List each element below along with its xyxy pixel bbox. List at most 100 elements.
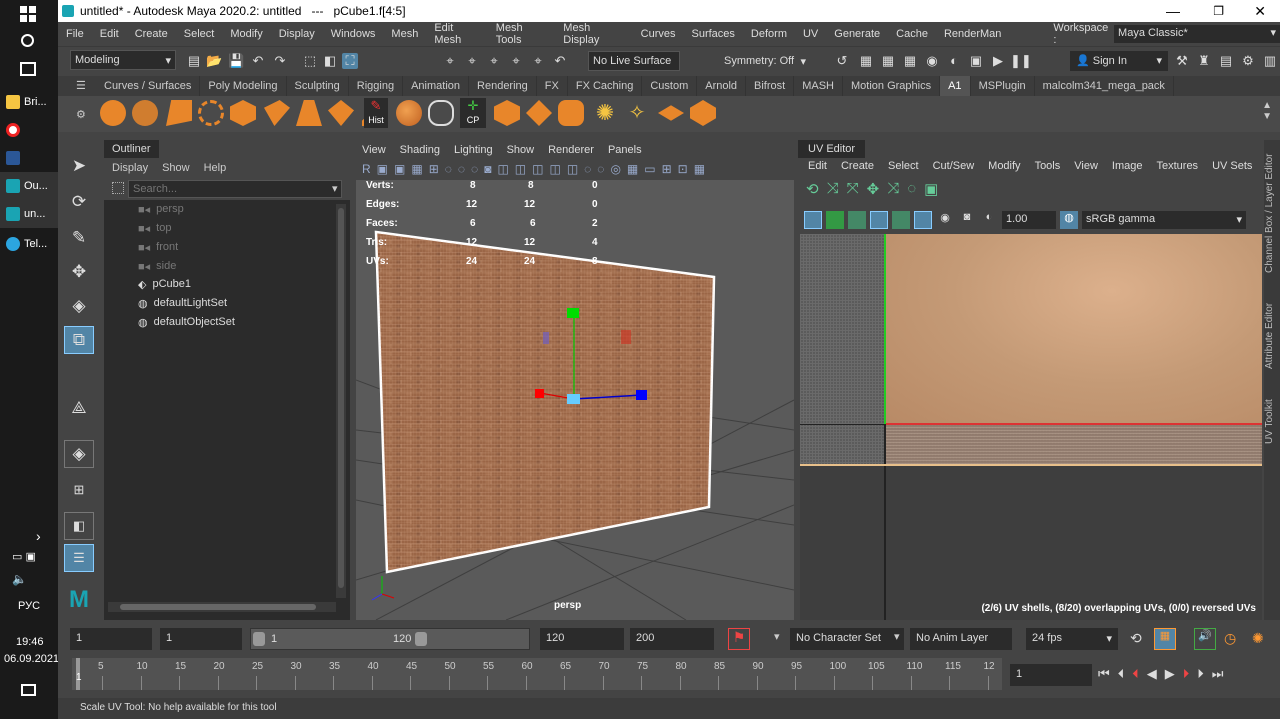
uv-menu-select[interactable]: Select xyxy=(888,160,919,172)
layers-icon[interactable] xyxy=(658,105,684,121)
image-display-icon[interactable] xyxy=(914,211,932,229)
render-view-icon[interactable]: ▦ xyxy=(858,53,874,69)
character-controls-icon[interactable]: ♜ xyxy=(1196,53,1212,69)
four-view-layout-icon[interactable]: ⊞ xyxy=(64,476,94,504)
snapshot-icon[interactable]: ◙ xyxy=(484,162,491,178)
poly-tool-icon[interactable] xyxy=(132,100,158,126)
play-backwards-icon[interactable]: ◀ xyxy=(1147,666,1157,682)
taskbar-item-maya-2[interactable]: un... xyxy=(0,200,58,228)
save-scene-icon[interactable]: 💾 xyxy=(228,53,244,69)
uv-menu-view[interactable]: View xyxy=(1074,160,1098,172)
lasso-tool-icon[interactable]: ⟳ xyxy=(64,188,94,216)
paint-select-icon[interactable]: ✎ xyxy=(64,224,94,252)
sound-icon[interactable]: 🔊 xyxy=(1194,628,1216,650)
outliner-item-pcube1[interactable]: ⬖ pCube1 xyxy=(138,275,191,293)
snap-curve-icon[interactable]: ⌖ xyxy=(464,53,480,69)
uv-menu-create[interactable]: Create xyxy=(841,160,874,172)
range-slider-start-handle[interactable] xyxy=(253,632,265,646)
two-view-layout-icon[interactable]: ◧ xyxy=(64,512,94,540)
poly-tool-icon[interactable] xyxy=(198,100,224,126)
tab-attribute-editor[interactable]: Attribute Editor xyxy=(1264,296,1280,376)
task-view-icon[interactable] xyxy=(20,62,36,76)
layout-single-icon[interactable]: ▭ xyxy=(644,162,655,178)
running-man-icon[interactable]: ✺ xyxy=(1252,630,1264,647)
camera-attributes-icon[interactable]: ▣ xyxy=(377,162,388,178)
poly-tool-icon[interactable] xyxy=(296,100,322,126)
search-icon[interactable] xyxy=(21,34,34,47)
volume-icon[interactable]: 🔈 xyxy=(12,572,27,586)
scale-tool-icon[interactable]: ⧉ xyxy=(64,326,94,354)
select-camera-icon[interactable]: R xyxy=(362,162,371,178)
outliner-search-input[interactable] xyxy=(128,180,342,198)
color-space-select[interactable]: sRGB gamma ▾ xyxy=(1082,211,1246,229)
menu-windows[interactable]: Windows xyxy=(323,28,384,40)
loop-icon[interactable]: ⟲ xyxy=(1130,630,1142,647)
close-icon[interactable]: ✕ xyxy=(1254,3,1266,20)
render-current-icon[interactable]: ▦ xyxy=(880,53,896,69)
outliner-layout-icon[interactable]: ☰ xyxy=(64,544,94,572)
shelf-tab[interactable]: Poly Modeling xyxy=(200,76,287,96)
play-forwards-icon[interactable]: ▶ xyxy=(1165,666,1175,682)
shelf-tab[interactable]: Motion Graphics xyxy=(843,76,941,96)
character-set-select[interactable]: No Character Set xyxy=(790,628,904,650)
timeline[interactable]: 1 5 10 15 20 25 30 35 40 45 50 55 60 65 70 75 80 85 90 95 1… xyxy=(58,658,1280,694)
menu-file[interactable]: File xyxy=(58,28,92,40)
shelf-tab[interactable]: Rigging xyxy=(349,76,404,96)
gate-mask-icon[interactable]: ◌ xyxy=(471,162,478,178)
viewport-menu-renderer[interactable]: Renderer xyxy=(548,144,594,156)
grid-icon[interactable] xyxy=(804,211,822,229)
viewport-menu-lighting[interactable]: Lighting xyxy=(454,144,493,156)
isolate-select-icon[interactable]: ▦ xyxy=(627,162,638,178)
outliner-item-persp[interactable]: ■◂ persp xyxy=(138,200,184,218)
maximize-icon[interactable]: ❐ xyxy=(1213,4,1224,18)
outliner-menu-show[interactable]: Show xyxy=(162,162,190,174)
layout-side-icon[interactable]: ▦ xyxy=(694,162,705,178)
wireframe-icon[interactable]: ◫ xyxy=(497,162,508,178)
chevron-right-icon[interactable]: › xyxy=(36,528,41,544)
uv-tool-icon[interactable]: ◌ xyxy=(907,180,916,198)
playblast-icon[interactable]: ▶ xyxy=(990,53,1006,69)
uv-menu-edit[interactable]: Edit xyxy=(808,160,827,172)
poly-tool-icon[interactable] xyxy=(328,100,354,126)
menu-mesh[interactable]: Mesh xyxy=(383,28,426,40)
menu-renderman[interactable]: RenderMan xyxy=(936,28,1009,40)
checker-icon[interactable] xyxy=(848,211,866,229)
anim-layer-select[interactable]: No Anim Layer xyxy=(910,628,1012,650)
lighting-icon[interactable]: ◫ xyxy=(549,162,560,178)
viewport-menu-shading[interactable]: Shading xyxy=(400,144,440,156)
uv-shell-icon[interactable] xyxy=(826,211,844,229)
rotate-tool-icon[interactable]: ◈ xyxy=(64,292,94,320)
layout-ortho-icon[interactable]: ⊡ xyxy=(678,162,688,178)
viewport-panel[interactable]: View Shading Lighting Show Renderer Pane… xyxy=(356,140,794,620)
menu-display[interactable]: Display xyxy=(271,28,323,40)
animation-start-field[interactable]: 1 xyxy=(70,628,152,650)
textured-icon[interactable]: ◫ xyxy=(532,162,543,178)
network-icon[interactable]: ▭ ▣ xyxy=(12,550,36,563)
menu-set-select[interactable]: Modeling ▾ xyxy=(70,50,176,70)
menu-edit[interactable]: Edit xyxy=(92,28,127,40)
open-scene-icon[interactable]: 📂 xyxy=(206,53,222,69)
outliner-title[interactable]: Outliner xyxy=(104,140,159,158)
outliner-item-top[interactable]: ■◂ top xyxy=(138,219,171,237)
language-indicator[interactable]: РУС xyxy=(18,600,40,612)
exposure-icon[interactable]: ◐ xyxy=(980,211,998,229)
uv-tool-icon[interactable]: ▣ xyxy=(924,180,938,198)
select-by-component-icon[interactable]: ⛶ xyxy=(342,53,358,69)
bookmark-icon[interactable]: ▣ xyxy=(394,162,405,178)
poly-tool-icon[interactable] xyxy=(230,100,256,126)
screen-space-ao-icon[interactable]: ◌ xyxy=(584,162,591,178)
animation-end-field[interactable]: 200 xyxy=(630,628,714,650)
shelf-tab[interactable]: Animation xyxy=(403,76,470,96)
vertical-scrollbar[interactable] xyxy=(336,204,346,598)
menu-uv[interactable]: UV xyxy=(795,28,826,40)
select-by-hierarchy-icon[interactable]: ⬚ xyxy=(302,53,318,69)
uv-tool-icon[interactable]: ⤧ xyxy=(847,180,859,198)
playback-start-field[interactable]: 1 xyxy=(160,628,242,650)
single-perspective-layout-icon[interactable]: ◈ xyxy=(64,440,94,468)
taskbar-item-maya-1[interactable]: Ou... xyxy=(0,172,58,200)
shelf-tab[interactable]: Arnold xyxy=(697,76,747,96)
outliner-menu-help[interactable]: Help xyxy=(204,162,227,174)
outliner-item-defaultlightset[interactable]: ◍ defaultLightSet xyxy=(138,294,227,312)
snap-together-icon[interactable]: ↶ xyxy=(552,53,568,69)
shelf-tab[interactable]: Curves / Surfaces xyxy=(96,76,201,96)
